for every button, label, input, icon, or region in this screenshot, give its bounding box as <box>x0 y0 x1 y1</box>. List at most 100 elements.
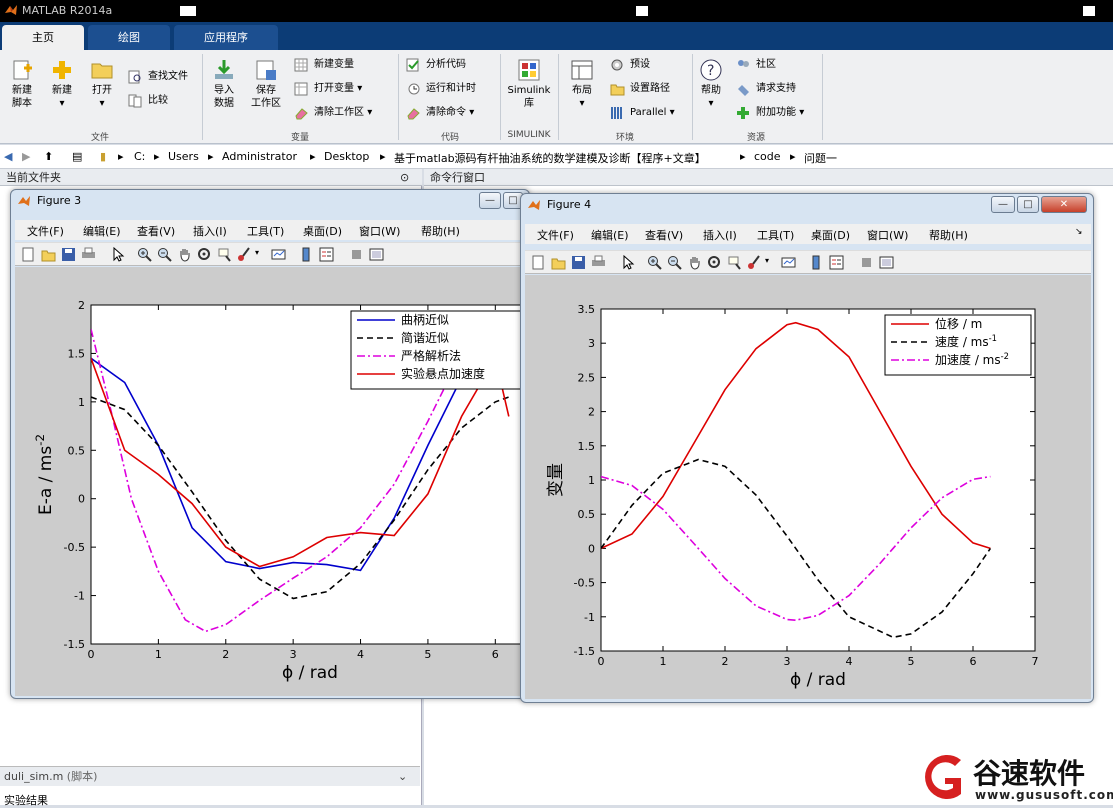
chevron-down-icon[interactable]: ▾ <box>765 256 769 265</box>
menu-file[interactable]: 文件(F) <box>27 223 64 239</box>
forward-arrow-icon[interactable]: ▶ <box>22 150 30 163</box>
simulink-library-button[interactable]: Simulink 库 <box>504 58 554 110</box>
set-path-button[interactable]: 设置路径 <box>610 80 670 98</box>
new-figure-icon[interactable] <box>531 255 546 270</box>
request-support-button[interactable]: 请求支持 <box>736 80 796 98</box>
breadcrumb-item[interactable]: 基于matlab源码有杆抽油系统的数学建模及诊断【程序+文章】 <box>394 150 706 166</box>
colorbar-icon[interactable] <box>809 255 824 270</box>
breadcrumb-item[interactable]: 问题一 <box>804 150 837 166</box>
parallel-button[interactable]: Parallel ▾ <box>610 104 675 122</box>
find-files-button[interactable]: 查找文件 <box>128 68 188 86</box>
tab-home[interactable]: 主页 <box>2 25 84 50</box>
community-icon <box>738 60 749 67</box>
menu-edit[interactable]: 编辑(E) <box>591 227 629 243</box>
menu-edit[interactable]: 编辑(E) <box>83 223 121 239</box>
dock-arrow-icon[interactable]: ↘ <box>1075 227 1083 237</box>
zoom-out-icon[interactable] <box>667 255 682 270</box>
chevron-down-icon[interactable]: ⊙ <box>400 169 409 186</box>
clear-workspace-button[interactable]: 清除工作区 ▾ <box>294 104 372 122</box>
zoom-out-icon[interactable] <box>157 247 172 262</box>
import-data-button[interactable]: 导入 数据 <box>206 58 242 110</box>
new-figure-icon[interactable] <box>21 247 36 262</box>
rotate-3d-icon[interactable] <box>707 255 722 270</box>
menu-view[interactable]: 查看(V) <box>137 223 175 239</box>
save-icon[interactable] <box>61 247 76 262</box>
zoom-in-icon[interactable] <box>137 247 152 262</box>
brush-icon[interactable] <box>747 255 762 270</box>
figure3-chart[interactable]: 0 1 2 3 4 5 6 -1.5 -1 -0.5 0 0.5 1 1.5 2 曲柄近似简谐近似严格解析法实… <box>15 267 530 696</box>
up-folder-icon[interactable]: ⬆ <box>44 150 53 163</box>
save-icon[interactable] <box>571 255 586 270</box>
new-button[interactable]: 新建 ▾ <box>44 58 80 110</box>
brush-icon[interactable] <box>237 247 252 262</box>
breadcrumb-item[interactable]: Users <box>168 150 199 163</box>
data-cursor-icon[interactable] <box>727 255 742 270</box>
breadcrumb-item[interactable]: Desktop <box>324 150 369 163</box>
menu-file[interactable]: 文件(F) <box>537 227 574 243</box>
open-file-icon[interactable] <box>551 255 566 270</box>
menu-tools[interactable]: 工具(T) <box>247 223 284 239</box>
layout-button[interactable]: 布局 ▾ <box>562 58 602 110</box>
svg-text:?: ? <box>707 63 714 79</box>
menu-view[interactable]: 查看(V) <box>645 227 683 243</box>
browse-folder-icon[interactable]: ▤ <box>72 150 82 163</box>
print-icon[interactable] <box>591 255 606 270</box>
save-workspace-button[interactable]: 保存 工作区 <box>246 58 286 110</box>
back-arrow-icon[interactable]: ◀ <box>4 150 12 163</box>
pointer-icon[interactable] <box>111 247 126 262</box>
open-button[interactable]: 打开 ▾ <box>84 58 120 110</box>
menu-window[interactable]: 窗口(W) <box>359 223 400 239</box>
close-button[interactable]: ✕ <box>1041 196 1087 213</box>
help-button[interactable]: ? 帮助 ▾ <box>696 58 726 110</box>
maximize-button[interactable]: □ <box>1017 196 1039 213</box>
chevron-down-icon[interactable]: ▾ <box>255 248 259 257</box>
legend-icon[interactable] <box>319 247 334 262</box>
chevron-down-icon[interactable]: ⌄ <box>398 767 407 787</box>
preferences-button[interactable]: 预设 <box>610 56 650 74</box>
menu-window[interactable]: 窗口(W) <box>867 227 908 243</box>
hide-tools-icon[interactable] <box>859 255 874 270</box>
hide-tools-icon[interactable] <box>349 247 364 262</box>
new-script-button[interactable]: 新建 脚本 <box>4 58 40 110</box>
breadcrumb-item[interactable]: C: <box>134 150 145 163</box>
add-ons-button[interactable]: 附加功能 ▾ <box>736 104 804 122</box>
menu-desktop[interactable]: 桌面(D) <box>811 227 850 243</box>
pointer-icon[interactable] <box>621 255 636 270</box>
pan-hand-icon[interactable] <box>687 255 702 270</box>
link-plot-icon[interactable] <box>271 247 286 262</box>
menu-insert[interactable]: 插入(I) <box>703 227 737 243</box>
menu-help[interactable]: 帮助(H) <box>929 227 968 243</box>
tab-plots[interactable]: 绘图 <box>88 25 170 50</box>
new-variable-button[interactable]: 新建变量 <box>294 56 354 74</box>
analyze-code-button[interactable]: 分析代码 <box>406 56 466 74</box>
run-and-time-button[interactable]: 运行和计时 <box>406 80 476 98</box>
minimize-button[interactable]: — <box>991 196 1015 213</box>
zoom-in-icon[interactable] <box>647 255 662 270</box>
menu-insert[interactable]: 插入(I) <box>193 223 227 239</box>
clear-commands-button[interactable]: 清除命令 ▾ <box>406 104 474 122</box>
data-cursor-icon[interactable] <box>217 247 232 262</box>
print-icon[interactable] <box>81 247 96 262</box>
menu-desktop[interactable]: 桌面(D) <box>303 223 342 239</box>
minimize-button[interactable]: — <box>479 192 501 209</box>
menu-help[interactable]: 帮助(H) <box>421 223 460 239</box>
link-plot-icon[interactable] <box>781 255 796 270</box>
breadcrumb-item[interactable]: Administrator <box>222 150 297 163</box>
breadcrumb-item[interactable]: code <box>754 150 781 163</box>
x-tick-label: 0 <box>88 648 95 661</box>
show-tools-icon[interactable] <box>879 255 894 270</box>
show-tools-icon[interactable] <box>369 247 384 262</box>
open-variable-button[interactable]: 打开变量 ▾ <box>294 80 362 98</box>
colorbar-icon[interactable] <box>299 247 314 262</box>
legend-icon[interactable] <box>829 255 844 270</box>
compare-button[interactable]: 比较 <box>128 92 168 110</box>
tab-apps[interactable]: 应用程序 <box>174 25 278 50</box>
open-file-icon[interactable] <box>41 247 56 262</box>
community-button[interactable]: 社区 <box>736 56 776 74</box>
rotate-3d-icon[interactable] <box>197 247 212 262</box>
details-header[interactable]: duli_sim.m (脚本) ⌄ <box>0 766 420 786</box>
new-script-label: 新建 脚本 <box>12 85 32 109</box>
pan-hand-icon[interactable] <box>177 247 192 262</box>
figure4-chart[interactable]: 0 1 2 3 4 5 6 7 -1.5 -1 -0.5 0 0.5 1 1.5 2 2.5 3 3.5 位移 / m… <box>525 275 1091 699</box>
menu-tools[interactable]: 工具(T) <box>757 227 794 243</box>
